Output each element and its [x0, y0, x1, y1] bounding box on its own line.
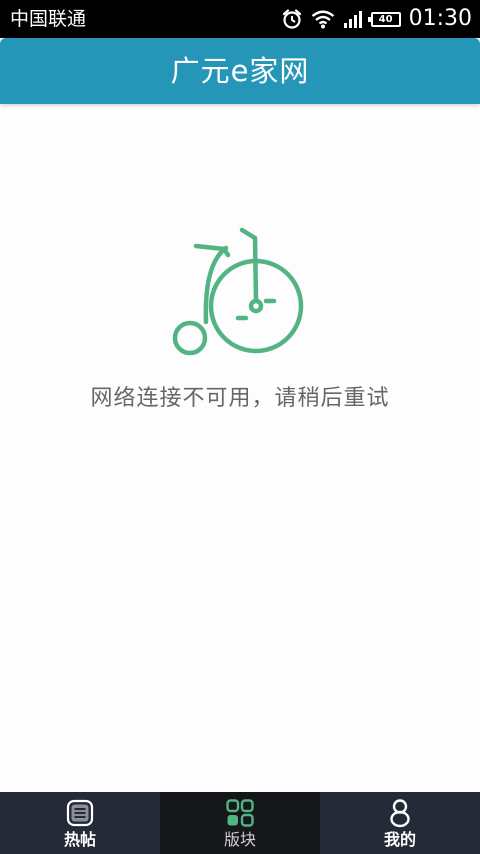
status-bar: 中国联通 40 01:30 — [0, 0, 480, 38]
tab-sections[interactable]: 版块 — [160, 792, 320, 854]
tab-hot-posts[interactable]: 热帖 — [0, 792, 160, 854]
carrier-name: 中国联通 — [10, 8, 87, 30]
tab-label: 我的 — [383, 830, 416, 849]
app-header: 广元e家网 — [0, 38, 480, 104]
grid-icon — [226, 799, 254, 827]
status-icons: 40 01:30 — [281, 4, 472, 34]
page-title: 广元e家网 — [170, 54, 310, 88]
battery-icon: 40 — [367, 11, 401, 27]
app-screen: 中国联通 40 01:30 广元e家网 网络连接不可用，请稍后重试 热帖 版块 … — [0, 0, 480, 854]
tab-label: 热帖 — [63, 830, 96, 849]
wifi-icon — [311, 9, 335, 29]
network-error-message: 网络连接不可用，请稍后重试 — [90, 386, 390, 411]
list-icon — [66, 799, 94, 827]
bicycle-icon — [168, 224, 312, 360]
tab-profile[interactable]: 我的 — [320, 792, 480, 854]
signal-icon — [343, 9, 363, 29]
alarm-icon — [281, 8, 303, 30]
profile-icon — [390, 799, 410, 828]
tab-label: 版块 — [223, 830, 256, 849]
bottom-nav: 热帖 版块 我的 — [0, 792, 480, 854]
status-time: 01:30 — [408, 6, 472, 31]
